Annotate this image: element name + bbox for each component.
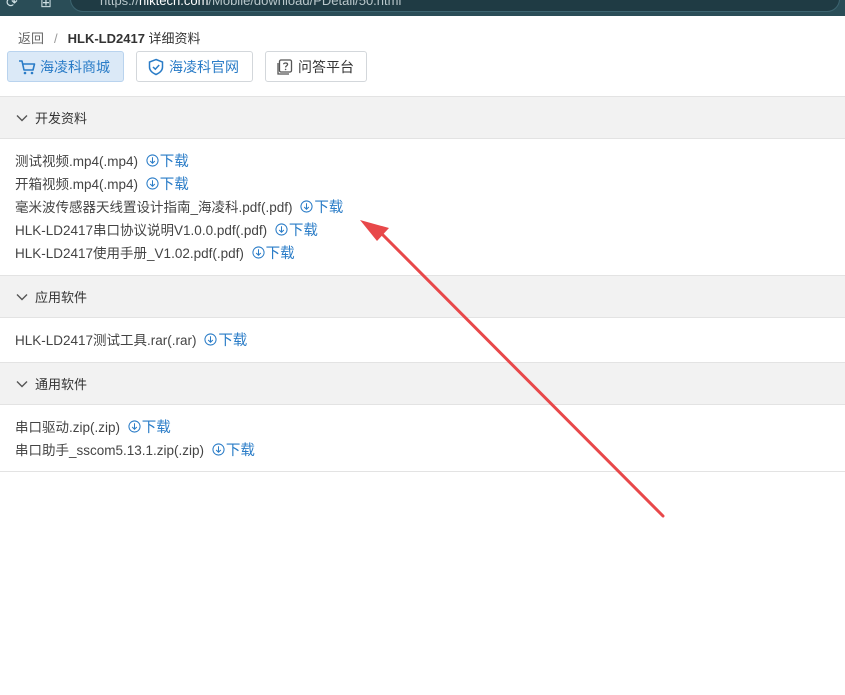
tabs-grid-icon[interactable]: ⊞ bbox=[40, 0, 52, 11]
list-item: HLK-LD2417使用手册_V1.02.pdf(.pdf) 下载 bbox=[15, 242, 343, 265]
section-title: 开发资料 bbox=[35, 111, 88, 126]
reload-icon[interactable]: ⟳ bbox=[6, 0, 18, 11]
section-title: 通用软件 bbox=[35, 377, 88, 392]
question-icon bbox=[277, 58, 293, 75]
official-site-label: 海凌科官网 bbox=[169, 58, 239, 75]
breadcrumb-separator: / bbox=[54, 31, 58, 46]
file-name: 测试视频.mp4(.mp4) bbox=[15, 154, 139, 169]
page-title-model: HLK-LD2417 bbox=[67, 31, 145, 46]
file-name: 毫米波传感器天线置设计指南_海凌科.pdf(.pdf) bbox=[15, 200, 293, 215]
address-bar-url: https://hlktech.com/Mobile/download/PDet… bbox=[100, 0, 402, 8]
download-label: 下载 bbox=[159, 177, 189, 193]
file-name: 串口助手_sscom5.13.1.zip(.zip) bbox=[15, 443, 205, 458]
file-list-dev-docs: 测试视频.mp4(.mp4) 下载 开箱视频.mp4(.mp4) 下载 毫米波传… bbox=[15, 150, 343, 265]
download-link[interactable]: 下载 bbox=[212, 443, 255, 459]
file-name: 串口驱动.zip(.zip) bbox=[15, 420, 121, 435]
download-link[interactable]: 下载 bbox=[204, 333, 247, 349]
download-icon bbox=[252, 246, 265, 259]
download-link[interactable]: 下载 bbox=[300, 200, 343, 216]
qa-platform-button[interactable]: 问答平台 bbox=[265, 51, 367, 82]
download-label: 下载 bbox=[288, 223, 318, 239]
section-header-general-software[interactable]: 通用软件 bbox=[0, 362, 845, 405]
download-link[interactable]: 下载 bbox=[275, 223, 318, 239]
section-header-dev-docs[interactable]: 开发资料 bbox=[0, 96, 845, 139]
download-icon bbox=[212, 443, 225, 456]
file-name: HLK-LD2417测试工具.rar(.rar) bbox=[15, 333, 197, 348]
cart-icon bbox=[19, 59, 36, 74]
download-label: 下载 bbox=[225, 443, 255, 459]
section-title: 应用软件 bbox=[35, 290, 88, 305]
browser-toolbar: ⟳ ⊞ https://hlktech.com/Mobile/download/… bbox=[0, 0, 845, 16]
download-label: 下载 bbox=[141, 420, 171, 436]
chevron-down-icon bbox=[16, 293, 28, 300]
list-item: HLK-LD2417串口协议说明V1.0.0.pdf(.pdf) 下载 bbox=[15, 219, 343, 242]
download-label: 下载 bbox=[314, 200, 344, 216]
download-label: 下载 bbox=[159, 154, 189, 170]
qa-platform-label: 问答平台 bbox=[298, 58, 354, 75]
download-icon bbox=[146, 154, 159, 167]
download-icon bbox=[128, 420, 141, 433]
shield-icon bbox=[148, 58, 164, 75]
list-item: 毫米波传感器天线置设计指南_海凌科.pdf(.pdf) 下载 bbox=[15, 196, 343, 219]
download-link[interactable]: 下载 bbox=[128, 420, 171, 436]
download-icon bbox=[300, 200, 313, 213]
chevron-down-icon bbox=[16, 114, 28, 121]
list-item: HLK-LD2417测试工具.rar(.rar) 下载 bbox=[15, 329, 247, 352]
section-header-app-software[interactable]: 应用软件 bbox=[0, 275, 845, 318]
mall-button-label: 海凌科商城 bbox=[40, 58, 110, 75]
official-site-button[interactable]: 海凌科官网 bbox=[136, 51, 253, 82]
list-item: 串口助手_sscom5.13.1.zip(.zip) 下载 bbox=[15, 439, 255, 462]
download-link[interactable]: 下载 bbox=[146, 154, 189, 170]
download-link[interactable]: 下载 bbox=[252, 246, 295, 262]
file-name: 开箱视频.mp4(.mp4) bbox=[15, 177, 139, 192]
download-label: 下载 bbox=[265, 246, 295, 262]
list-bottom-divider bbox=[0, 471, 845, 472]
download-icon bbox=[204, 333, 217, 346]
download-label: 下载 bbox=[218, 333, 248, 349]
download-icon bbox=[146, 177, 159, 190]
list-item: 开箱视频.mp4(.mp4) 下载 bbox=[15, 173, 343, 196]
chevron-down-icon bbox=[16, 380, 28, 387]
file-list-app-software: HLK-LD2417测试工具.rar(.rar) 下载 bbox=[15, 329, 247, 352]
list-item: 串口驱动.zip(.zip) 下载 bbox=[15, 416, 255, 439]
page-content: 返回 / HLK-LD2417 详细资料 海凌科商城 海凌科官网 问答平台 开发… bbox=[0, 16, 845, 695]
list-item: 测试视频.mp4(.mp4) 下载 bbox=[15, 150, 343, 173]
breadcrumb: 返回 / HLK-LD2417 详细资料 bbox=[18, 28, 201, 47]
download-icon bbox=[275, 223, 288, 236]
file-list-general-software: 串口驱动.zip(.zip) 下载 串口助手_sscom5.13.1.zip(.… bbox=[15, 416, 255, 462]
file-name: HLK-LD2417串口协议说明V1.0.0.pdf(.pdf) bbox=[15, 223, 268, 238]
file-name: HLK-LD2417使用手册_V1.02.pdf(.pdf) bbox=[15, 246, 244, 261]
download-link[interactable]: 下载 bbox=[146, 177, 189, 193]
page-title-suffix: 详细资料 bbox=[144, 31, 201, 46]
mall-button[interactable]: 海凌科商城 bbox=[7, 51, 124, 82]
back-link[interactable]: 返回 bbox=[18, 31, 44, 46]
